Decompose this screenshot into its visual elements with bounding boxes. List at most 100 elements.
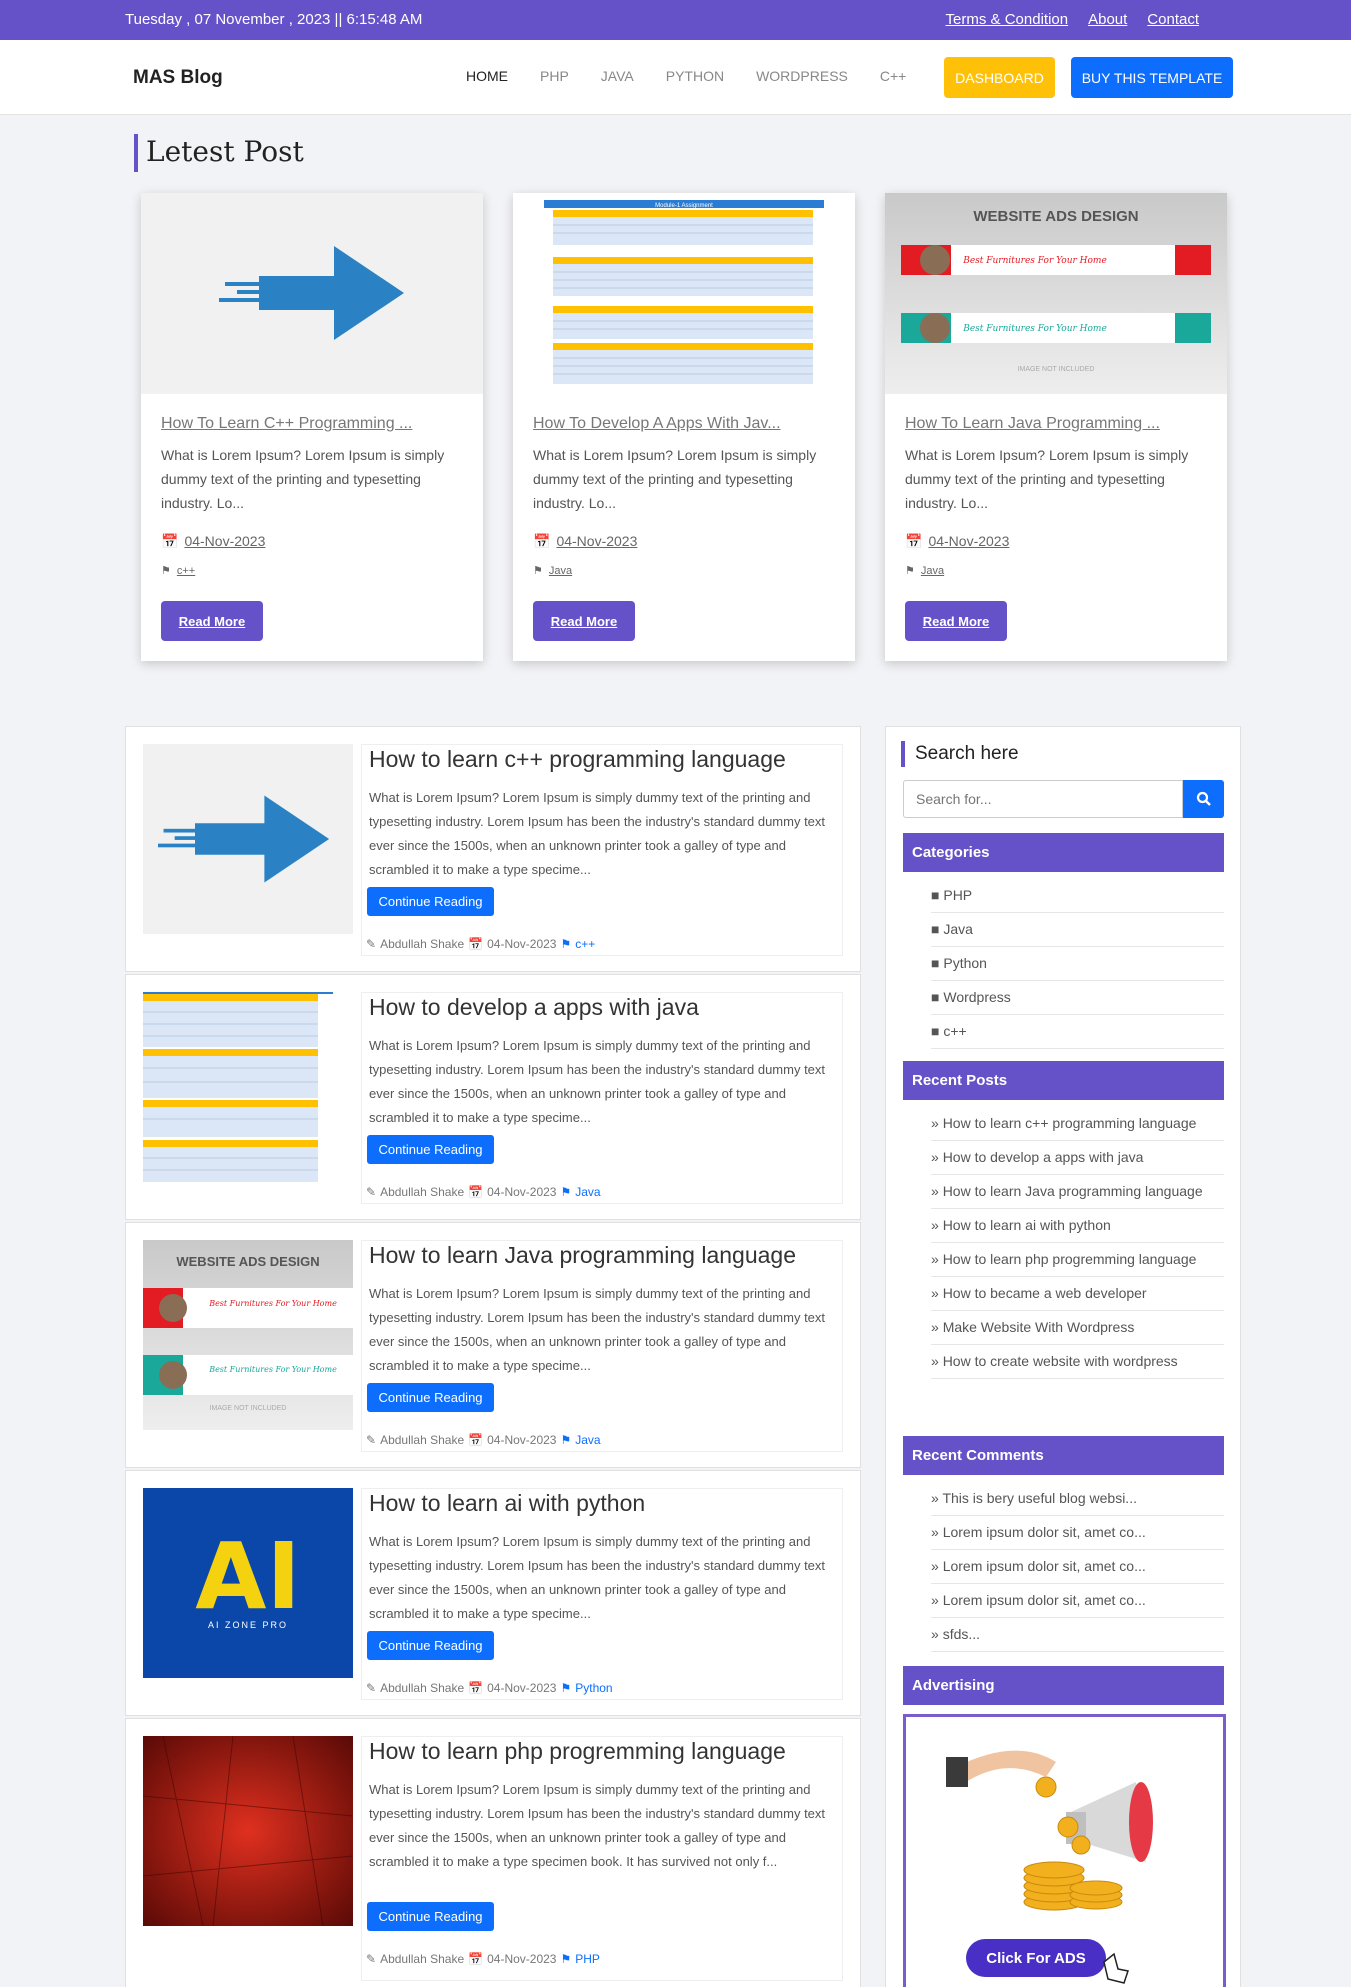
post-thumbnail-table[interactable] (143, 992, 353, 1182)
post-thumbnail-red[interactable] (143, 1736, 353, 1926)
post-item: How to learn php progremming language Wh… (125, 1718, 861, 1987)
calendar-icon: 📅 (468, 1952, 484, 1966)
edit-icon: ✎ (366, 1433, 377, 1447)
continue-reading-button[interactable]: Continue Reading (367, 887, 494, 916)
read-more-button[interactable]: Read More (161, 601, 263, 641)
nav-wordpress[interactable]: WORDPRESS (756, 68, 848, 84)
continue-reading-button[interactable]: Continue Reading (367, 1383, 494, 1412)
recent-post-item[interactable]: » How to learn ai with python (931, 1209, 1224, 1243)
post-thumbnail-ai[interactable]: AI AI ZONE PRO (143, 1488, 353, 1678)
post-category[interactable]: Java (575, 1433, 600, 1447)
post-title[interactable]: How to develop a apps with java (369, 994, 699, 1021)
buy-template-button[interactable]: BUY THIS TEMPLATE (1071, 57, 1233, 98)
post-thumbnail-ads[interactable]: WEBSITE ADS DESIGN Best Furnitures For Y… (143, 1240, 353, 1430)
card-title[interactable]: How To Develop A Apps With Jav... (533, 415, 838, 433)
card-thumbnail-arrow[interactable] (141, 193, 483, 394)
post-category[interactable]: c++ (575, 937, 595, 951)
latest-card: Module-1 Assignment How To Develop A App… (513, 193, 855, 661)
card-thumbnail-table[interactable]: Module-1 Assignment (513, 193, 855, 394)
continue-reading-button[interactable]: Continue Reading (367, 1902, 494, 1931)
post-category[interactable]: Java (575, 1185, 600, 1199)
folder-icon: ■ (931, 887, 940, 903)
recent-post-item[interactable]: » How to became a web developer (931, 1277, 1224, 1311)
recent-comment-item[interactable]: » Lorem ipsum dolor sit, amet co... (931, 1550, 1224, 1584)
folder-icon: ■ (931, 989, 940, 1005)
nav-php[interactable]: PHP (540, 68, 569, 84)
search-icon (1196, 791, 1211, 806)
category-item[interactable]: ■ c++ (931, 1015, 1224, 1049)
post-date: 04-Nov-2023 (487, 1952, 557, 1966)
post-title[interactable]: How to learn ai with python (369, 1490, 645, 1517)
dashboard-button[interactable]: DASHBOARD (944, 57, 1055, 98)
about-link[interactable]: About (1088, 11, 1127, 28)
post-excerpt: What is Lorem Ipsum? Lorem Ipsum is simp… (369, 1286, 826, 1373)
nav-java[interactable]: JAVA (601, 68, 634, 84)
continue-reading-button[interactable]: Continue Reading (367, 1631, 494, 1660)
read-more-button[interactable]: Read More (905, 601, 1007, 641)
card-title[interactable]: How To Learn Java Programming ... (905, 415, 1210, 433)
current-datetime: Tuesday , 07 November , 2023 || 6:15:48 … (125, 11, 423, 28)
svg-text:Best Furnitures For Your Home: Best Furnitures For Your Home (962, 324, 1107, 334)
latest-card: How To Learn C++ Programming ... What is… (141, 193, 483, 661)
recent-post-item[interactable]: » How to learn Java programming language (931, 1175, 1224, 1209)
post-thumbnail-arrow[interactable] (143, 744, 353, 934)
calendar-icon: 📅 (468, 937, 484, 951)
search-button[interactable] (1183, 780, 1224, 818)
recent-post-item[interactable]: » How to learn php progremming language (931, 1243, 1224, 1277)
card-tag[interactable]: ⚑ Java (905, 564, 944, 577)
category-item[interactable]: ■ PHP (931, 879, 1224, 913)
website-ads-image: WEBSITE ADS DESIGN Best Furnitures For Y… (885, 193, 1227, 394)
recent-comment-item[interactable]: » This is bery useful blog websi... (931, 1482, 1224, 1516)
category-item[interactable]: ■ Python (931, 947, 1224, 981)
post-category[interactable]: Python (575, 1681, 612, 1695)
continue-reading-button[interactable]: Continue Reading (367, 1135, 494, 1164)
category-item[interactable]: ■ Java (931, 913, 1224, 947)
post-body: How to develop a apps with java What is … (361, 992, 843, 1204)
post-excerpt: What is Lorem Ipsum? Lorem Ipsum is simp… (369, 790, 826, 877)
tag-icon: ⚑ (161, 565, 171, 577)
read-more-button[interactable]: Read More (533, 601, 635, 641)
brand-logo[interactable]: MAS Blog (133, 67, 223, 89)
post-body: How to learn Java programming language W… (361, 1240, 843, 1452)
recent-post-item[interactable]: » How to develop a apps with java (931, 1141, 1224, 1175)
post-title[interactable]: How to learn Java programming language (369, 1242, 796, 1269)
calendar-icon: 📅 (533, 533, 551, 549)
post-meta: ✎ Abdullah Shake 📅 04-Nov-2023 ⚑ Java (366, 1185, 601, 1199)
categories-list: ■ PHP ■ Java ■ Python ■ Wordpress ■ c++ (931, 879, 1224, 1049)
post-date: 04-Nov-2023 (487, 937, 557, 951)
post-category[interactable]: PHP (575, 1952, 600, 1966)
contact-link[interactable]: Contact (1147, 11, 1199, 28)
recent-post-item[interactable]: » How to create website with wordpress (931, 1345, 1224, 1379)
advertising-image: Click For ADS (946, 1750, 1153, 1984)
recent-post-item[interactable]: » How to learn c++ programming language (931, 1107, 1224, 1141)
post-body: How to learn ai with python What is Lore… (361, 1488, 843, 1700)
terms-link[interactable]: Terms & Condition (946, 11, 1069, 28)
card-title[interactable]: How To Learn C++ Programming ... (161, 415, 466, 433)
card-tag[interactable]: ⚑ Java (533, 564, 572, 577)
recent-comment-item[interactable]: » Lorem ipsum dolor sit, amet co... (931, 1516, 1224, 1550)
nav-home[interactable]: HOME (466, 68, 508, 84)
svg-text:WEBSITE ADS DESIGN: WEBSITE ADS DESIGN (973, 208, 1138, 225)
post-author: Abdullah Shake (380, 937, 465, 951)
search-input[interactable] (903, 780, 1183, 818)
card-thumbnail-ads[interactable]: WEBSITE ADS DESIGN Best Furnitures For Y… (885, 193, 1227, 394)
svg-text:AI: AI (195, 1523, 300, 1630)
post-title[interactable]: How to learn c++ programming language (369, 746, 786, 773)
post-excerpt: What is Lorem Ipsum? Lorem Ipsum is simp… (369, 1534, 826, 1621)
calendar-icon: 📅 (161, 533, 179, 549)
advertising-banner[interactable]: Click For ADS (903, 1714, 1226, 1987)
recent-comment-item[interactable]: » Lorem ipsum dolor sit, amet co... (931, 1584, 1224, 1618)
category-item[interactable]: ■ Wordpress (931, 981, 1224, 1015)
folder-icon: ■ (931, 1023, 940, 1039)
tag-icon: ⚑ (560, 937, 572, 951)
card-tag[interactable]: ⚑ c++ (161, 564, 195, 577)
nav-cpp[interactable]: C++ (880, 68, 906, 84)
recent-comment-item[interactable]: » sfds... (931, 1618, 1224, 1652)
recent-post-item[interactable]: » Make Website With Wordpress (931, 1311, 1224, 1345)
nav-python[interactable]: PYTHON (666, 68, 724, 84)
post-title[interactable]: How to learn php progremming language (369, 1738, 786, 1765)
svg-text:Best Furnitures For Your Home: Best Furnitures For Your Home (208, 1299, 337, 1308)
recent-comments-heading: Recent Comments (903, 1436, 1224, 1475)
latest-posts-heading: Letest Post (134, 134, 304, 172)
card-excerpt: What is Lorem Ipsum? Lorem Ipsum is simp… (533, 447, 817, 511)
